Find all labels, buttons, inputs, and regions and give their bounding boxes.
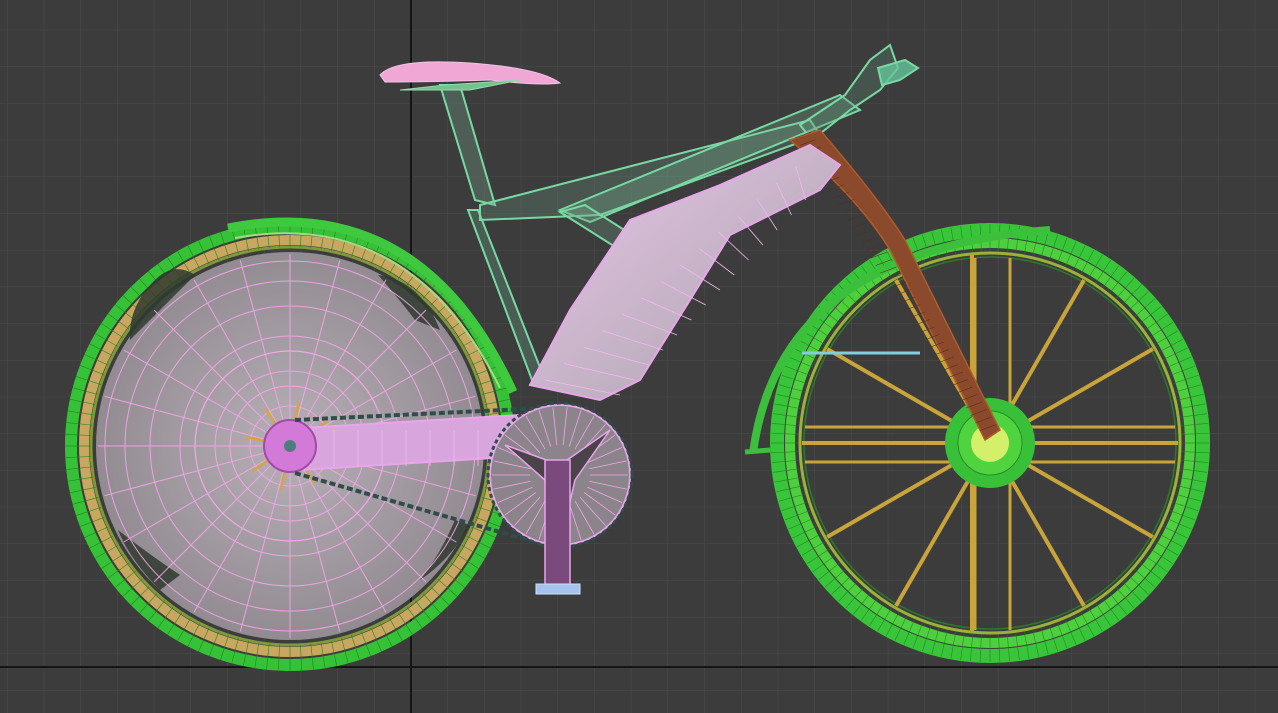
pedal — [535, 583, 581, 595]
crank-arm-body — [544, 459, 571, 591]
viewport-canvas[interactable] — [0, 0, 1278, 713]
front-fender-tip — [744, 447, 771, 455]
rear-axle-cap — [284, 440, 296, 452]
3d-viewport[interactable] — [0, 0, 1278, 713]
